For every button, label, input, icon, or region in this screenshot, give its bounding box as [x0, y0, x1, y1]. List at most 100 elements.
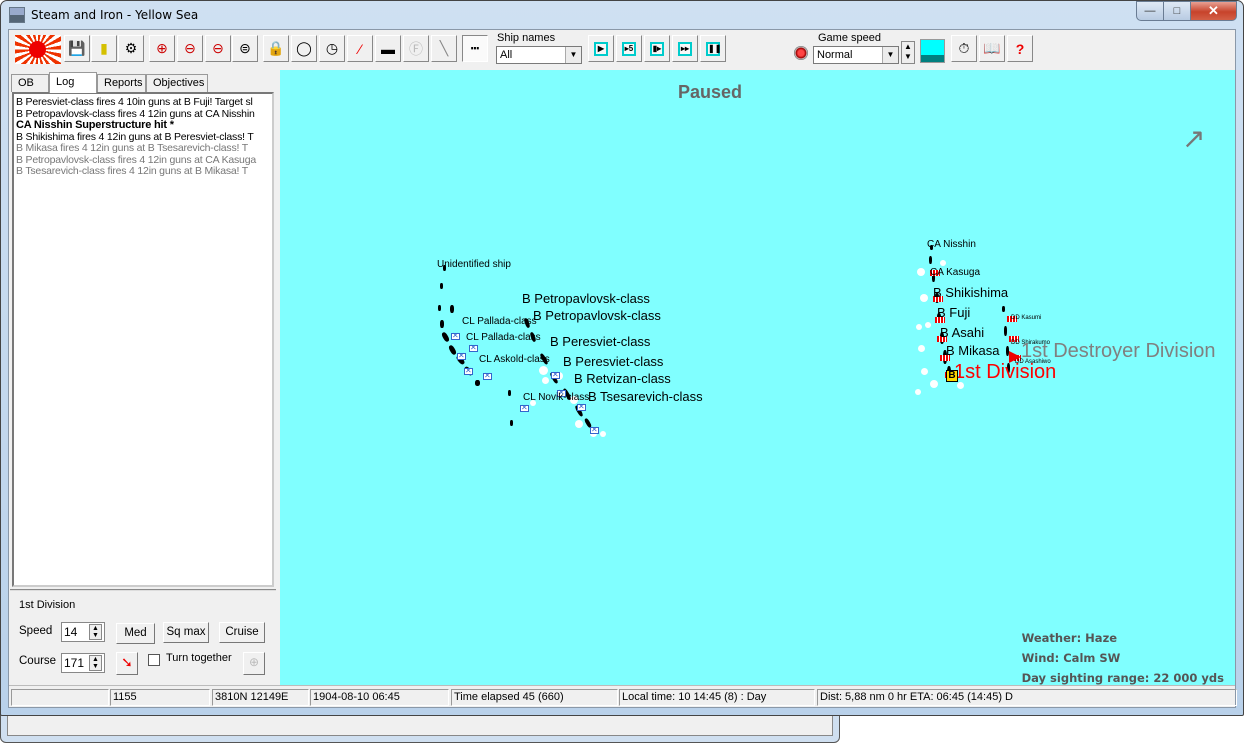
ship-marker[interactable] [510, 420, 513, 426]
course-button[interactable]: ◯ [291, 35, 317, 62]
play-button[interactable]: ▶ [588, 35, 614, 62]
title-bar[interactable]: Steam and Iron - Yellow Sea — □ ✕ [1, 1, 1243, 29]
set-course-pointer-button[interactable]: ➘ [116, 652, 138, 675]
game-speed-value: Normal [817, 49, 853, 61]
log-entry[interactable]: B Peresviet-class fires 4 10in guns at B… [16, 97, 270, 109]
tab-ob[interactable]: OB [11, 74, 49, 92]
selected-flagship-marker[interactable]: B [946, 370, 958, 382]
speed-spinner[interactable]: ▲ ▼ [89, 624, 102, 640]
target-button[interactable]: ⊕ [243, 652, 265, 675]
ship-marker[interactable] [447, 344, 458, 356]
ensign-flag-icon [577, 402, 586, 411]
log-entry[interactable]: CA Nisshin Superstructure hit * [16, 120, 270, 132]
lock-button[interactable]: 🔒 [263, 35, 289, 62]
fast-forward-button[interactable]: ▸▸ [672, 35, 698, 62]
turn-clock-icon: ◷ [325, 40, 339, 56]
ship-marker[interactable] [508, 390, 511, 396]
ship-label[interactable]: B Retvizan-class [574, 371, 671, 386]
settings-button[interactable]: ⚙ [118, 35, 144, 62]
dotted-line-icon: ┅ [470, 40, 480, 56]
log-entry[interactable]: B Shikishima fires 4 12in guns at B Pere… [16, 132, 270, 144]
destroyer-division-label[interactable]: 1st Destroyer Division [1021, 340, 1216, 363]
ship-label[interactable]: CL Askold-class [479, 354, 550, 365]
ship-label[interactable]: B Fuji [937, 305, 970, 320]
med-speed-button[interactable]: Med [116, 623, 155, 644]
ship-marker[interactable] [440, 320, 444, 328]
ship-label[interactable]: Unidentified ship [437, 259, 511, 270]
ship-label[interactable]: B Mikasa [946, 343, 999, 358]
floppy-disk-icon: 💾 [68, 40, 86, 56]
formation-button[interactable]: Ⓕ [403, 35, 429, 62]
ship-marker[interactable] [450, 305, 454, 313]
gun-smoke [921, 368, 928, 375]
ship-marker[interactable] [440, 331, 451, 343]
ship-label[interactable]: CL Novik-class [523, 392, 589, 403]
record-target-icon[interactable] [794, 46, 808, 60]
zoom-fit-button[interactable]: ⊜ [232, 35, 258, 62]
save-button[interactable]: 💾 [64, 35, 90, 62]
turn-together-checkbox[interactable] [148, 654, 160, 666]
torpedo-button[interactable]: ╲ [431, 35, 457, 62]
maximize-button[interactable]: □ [1164, 1, 1191, 21]
book-button[interactable]: 📖 [979, 35, 1005, 62]
gun-smoke [915, 389, 921, 395]
ship-marker[interactable] [1004, 326, 1007, 336]
ship-label[interactable]: B Peresviet-class [550, 334, 650, 349]
log-list[interactable]: B Peresviet-class fires 4 10in guns at B… [12, 92, 274, 587]
tab-log[interactable]: Log [49, 72, 97, 93]
ship-label[interactable]: CA Nisshin [927, 239, 976, 250]
ship-label[interactable]: B Asahi [940, 325, 984, 340]
game-speed-select[interactable]: Normal ▼ [813, 46, 899, 64]
ship-marker[interactable] [1002, 306, 1005, 312]
ship-label[interactable]: DD Kasumi [1011, 315, 1041, 321]
ship-label[interactable]: B Petropavlovsk-class [522, 291, 650, 306]
ship-label[interactable]: B Petropavlovsk-class [533, 308, 661, 323]
ship-label[interactable]: B Tsesarevich-class [588, 389, 703, 404]
ship-label[interactable]: B Peresviet-class [563, 354, 663, 369]
client-area: 💾 ▮ ⚙ ⊕ ⊖ ⊖ ⊜ 🔒 ◯ ◷ ⁄ ▬ Ⓕ ╲ ┅ Ship names… [8, 29, 1237, 708]
log-entry[interactable]: B Petropavlovsk-class fires 4 12in guns … [16, 109, 270, 121]
ship-label[interactable]: CL Pallada-class [462, 316, 537, 327]
help-button[interactable]: ? [1007, 35, 1033, 62]
zoom-out-button[interactable]: ⊖ [177, 35, 203, 62]
zoom-out-x5-button[interactable]: ⊖ [205, 35, 231, 62]
minimize-button[interactable]: — [1136, 1, 1164, 21]
rising-sun-flag-icon[interactable] [15, 35, 61, 64]
zoom-in-button[interactable]: ⊕ [149, 35, 175, 62]
log-entry[interactable]: B Petropavlovsk-class fires 4 12in guns … [16, 155, 270, 167]
ship-label[interactable]: B Shikishima [933, 285, 1008, 300]
game-speed-spinner[interactable]: ▲ ▼ [901, 41, 915, 64]
line-style-button[interactable]: ┅ [462, 35, 488, 62]
ship-marker[interactable] [438, 305, 441, 311]
log-entry[interactable]: B Tsesarevich-class fires 4 12in guns at… [16, 166, 270, 178]
gun-smoke [930, 380, 938, 388]
squadron-max-speed-button[interactable]: Sq max [163, 622, 209, 643]
log-entry[interactable]: B Mikasa fires 4 12in guns at B Tsesarev… [16, 143, 270, 155]
course-input[interactable]: 171 ▲ ▼ [61, 653, 105, 673]
speed-input[interactable]: 14 ▲ ▼ [61, 622, 105, 642]
stopwatch-button[interactable]: ⏱ [951, 35, 977, 62]
ship-names-value: All [500, 49, 513, 61]
ship-names-select[interactable]: All ▼ [496, 46, 582, 64]
ship-marker[interactable] [929, 256, 932, 264]
step-button[interactable]: ▮▸ [644, 35, 670, 62]
tab-objectives[interactable]: Objectives [146, 74, 208, 92]
conditions-panel: Weather: Haze Wind: Calm SW Day sighting… [1022, 628, 1227, 685]
ship-label[interactable]: CL Pallada-class [466, 332, 541, 343]
course-spinner[interactable]: ▲ ▼ [89, 655, 102, 671]
tactical-map[interactable]: Paused ↗ Unidentified ship B Petropavlov… [280, 70, 1235, 685]
main-division-label[interactable]: 1st Division [954, 361, 1056, 384]
cruise-speed-button[interactable]: Cruise [219, 622, 265, 643]
close-button[interactable]: ✕ [1191, 1, 1237, 21]
ship-marker[interactable] [440, 283, 443, 289]
exit-button[interactable]: ▮ [91, 35, 117, 62]
ship-marker[interactable] [475, 380, 480, 386]
play-5-button[interactable]: ▸5 [616, 35, 642, 62]
ship-silhouette-button[interactable]: ▬ [375, 35, 401, 62]
ship-label[interactable]: CA Kasuga [930, 267, 980, 278]
left-panel: OB Log Reports Objectives B Peresviet-cl… [9, 70, 279, 685]
pause-button[interactable]: ❚❚ [700, 35, 726, 62]
turn-button[interactable]: ◷ [319, 35, 345, 62]
range-line-button[interactable]: ⁄ [347, 35, 373, 62]
tab-reports[interactable]: Reports [97, 74, 146, 92]
